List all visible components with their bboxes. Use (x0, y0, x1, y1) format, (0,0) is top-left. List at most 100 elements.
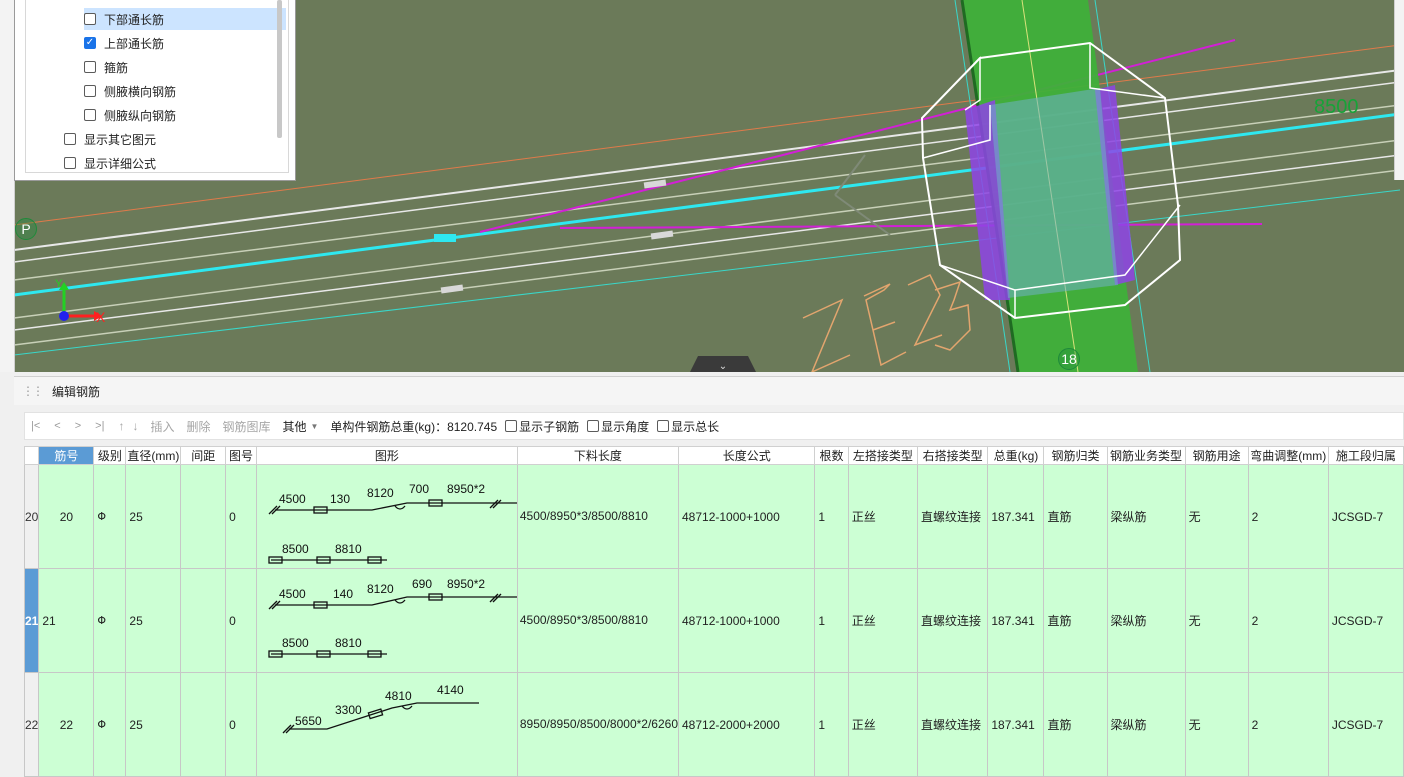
col-header[interactable]: 钢筋用途 (1184, 446, 1249, 465)
next-record-button[interactable]: > (75, 420, 81, 432)
col-header[interactable]: 图形 (255, 446, 518, 465)
checkbox[interactable] (64, 133, 76, 145)
table-row[interactable]: 20 20 Φ 25 0 4500 130 8120 700 8950*2 85… (23, 464, 1404, 569)
drag-grip-icon[interactable]: ⋮⋮ (22, 384, 44, 398)
cell-cut-length[interactable]: 4500/8950*3/8500/8810 (516, 464, 680, 569)
cell-segment[interactable]: JCSGD-7 (1327, 464, 1404, 569)
cell-category[interactable]: 直筋 (1043, 464, 1108, 569)
col-header[interactable]: 总重(kg) (987, 446, 1045, 465)
cell-spacing[interactable] (180, 464, 227, 569)
cell-count[interactable]: 1 (814, 464, 849, 569)
tree-item-bottom-through-rebar[interactable]: 下部通长筋 (84, 8, 286, 30)
checkbox[interactable] (587, 420, 600, 432)
cell-business-type[interactable]: 梁纵筋 (1106, 672, 1186, 777)
row-number[interactable]: 21 (23, 568, 40, 673)
cell-length-formula[interactable]: 48712-1000+1000 (677, 464, 816, 569)
cell-spacing[interactable] (180, 672, 227, 777)
show-sub-rebar-toggle[interactable]: 显示子钢筋 (505, 418, 579, 435)
table-row[interactable]: 22 22 Φ 25 0 5650 3300 4810 4140 8950/89… (23, 672, 1404, 777)
col-header[interactable]: 钢筋归类 (1043, 446, 1108, 465)
cell-right-splice[interactable]: 直螺纹连接 (916, 464, 989, 569)
panel-scrollbar[interactable] (277, 0, 282, 138)
tree-item-show-detailed-formula[interactable]: 显示详细公式 (64, 152, 156, 172)
prev-record-button[interactable]: < (54, 420, 60, 432)
cell-figure-no[interactable]: 0 (225, 464, 257, 569)
cell-total-weight[interactable]: 187.341 (987, 672, 1045, 777)
col-header[interactable]: 钢筋业务类型 (1106, 446, 1186, 465)
col-header[interactable]: 间距 (180, 446, 227, 465)
cell-shape[interactable]: 4500 140 8120 690 8950*2 8500 8810 (255, 568, 518, 673)
cell-right-splice[interactable]: 直螺纹连接 (916, 568, 989, 673)
cell-usage[interactable]: 无 (1184, 672, 1249, 777)
cell-left-splice[interactable]: 正丝 (847, 464, 918, 569)
cell-category[interactable]: 直筋 (1043, 568, 1108, 673)
cell-diameter[interactable]: 25 (125, 672, 182, 777)
cell-category[interactable]: 直筋 (1043, 672, 1108, 777)
move-up-icon[interactable]: ↑ (118, 419, 124, 433)
col-header[interactable]: 图号 (225, 446, 257, 465)
cell-jin[interactable]: 22 (38, 672, 95, 777)
col-header[interactable]: 弯曲调整(mm) (1247, 446, 1329, 465)
col-header[interactable]: 根数 (814, 446, 849, 465)
table-row-selected[interactable]: 21 21 Φ 25 0 4500 140 8120 690 8950*2 85… (23, 568, 1404, 673)
cell-total-weight[interactable]: 187.341 (987, 568, 1045, 673)
cell-jin[interactable]: 20 (38, 464, 95, 569)
cell-shape[interactable]: 4500 130 8120 700 8950*2 8500 8810 (255, 464, 518, 569)
show-angle-toggle[interactable]: 显示角度 (587, 418, 649, 435)
other-menu-button[interactable]: 其他 (282, 418, 306, 435)
checkbox[interactable] (84, 61, 96, 73)
cell-right-splice[interactable]: 直螺纹连接 (916, 672, 989, 777)
cell-cut-length[interactable]: 4500/8950*3/8500/8810 (516, 568, 680, 673)
move-down-icon[interactable]: ↓ (132, 419, 138, 433)
tree-item-show-other-elements[interactable]: 显示其它图元 (64, 128, 156, 150)
cell-spacing[interactable] (180, 568, 227, 673)
checkbox[interactable] (84, 109, 96, 121)
cell-diameter[interactable]: 25 (125, 464, 182, 569)
cell-left-splice[interactable]: 正丝 (847, 568, 918, 673)
cell-count[interactable]: 1 (814, 672, 849, 777)
cell-level[interactable]: Φ (93, 464, 127, 569)
cell-count[interactable]: 1 (814, 568, 849, 673)
cell-usage[interactable]: 无 (1184, 568, 1249, 673)
checkbox[interactable] (84, 13, 96, 25)
cell-diameter[interactable]: 25 (125, 568, 182, 673)
last-record-button[interactable]: >| (95, 420, 104, 432)
cell-level[interactable]: Φ (93, 672, 127, 777)
cell-business-type[interactable]: 梁纵筋 (1106, 464, 1186, 569)
cell-business-type[interactable]: 梁纵筋 (1106, 568, 1186, 673)
cell-shape[interactable]: 5650 3300 4810 4140 (255, 672, 518, 777)
cell-bend-adjust[interactable]: 2 (1247, 672, 1329, 777)
row-number[interactable]: 22 (23, 672, 40, 777)
cell-segment[interactable]: JCSGD-7 (1327, 568, 1404, 673)
insert-button[interactable]: 插入 (150, 418, 174, 435)
cell-jin[interactable]: 21 (38, 568, 95, 673)
checkbox[interactable] (505, 420, 518, 432)
cell-usage[interactable]: 无 (1184, 464, 1249, 569)
cell-level[interactable]: Φ (93, 568, 127, 673)
cell-figure-no[interactable]: 0 (225, 568, 257, 673)
tree-item-side-haunch-transverse[interactable]: 侧腋横向钢筋 (84, 80, 176, 102)
tree-item-top-through-rebar[interactable]: ✓ 上部通长筋 (84, 32, 164, 54)
col-header[interactable]: 左搭接类型 (847, 446, 918, 465)
cell-bend-adjust[interactable]: 2 (1247, 568, 1329, 673)
cell-total-weight[interactable]: 187.341 (987, 464, 1045, 569)
tree-item-stirrup[interactable]: 箍筋 (84, 56, 128, 78)
delete-button[interactable]: 删除 (186, 418, 210, 435)
checkbox[interactable] (657, 420, 670, 432)
col-header[interactable]: 直径(mm) (125, 446, 182, 465)
first-record-button[interactable]: |< (31, 420, 40, 432)
cell-left-splice[interactable]: 正丝 (847, 672, 918, 777)
cell-segment[interactable]: JCSGD-7 (1327, 672, 1404, 777)
col-header[interactable]: 右搭接类型 (916, 446, 989, 465)
cell-length-formula[interactable]: 48712-2000+2000 (677, 672, 816, 777)
row-number[interactable]: 20 (23, 464, 40, 569)
rebar-library-button[interactable]: 钢筋图库 (222, 418, 270, 435)
dropdown-arrow-icon[interactable]: ▼ (311, 422, 319, 431)
tree-item-side-haunch-longitudinal[interactable]: 侧腋纵向钢筋 (84, 104, 176, 126)
checkbox[interactable] (64, 157, 76, 169)
cell-cut-length[interactable]: 8950/8950/8500/8000*2/6260 (516, 672, 680, 777)
col-header[interactable]: 筋号 (38, 446, 95, 465)
checkbox[interactable] (84, 85, 96, 97)
3d-viewport[interactable]: ⌄ 8500 P 18 X Y 下部通长筋 ✓ 上部通长筋 箍筋 侧腋横向钢筋 (0, 0, 1404, 372)
col-header[interactable]: 施工段归属 (1327, 446, 1404, 465)
